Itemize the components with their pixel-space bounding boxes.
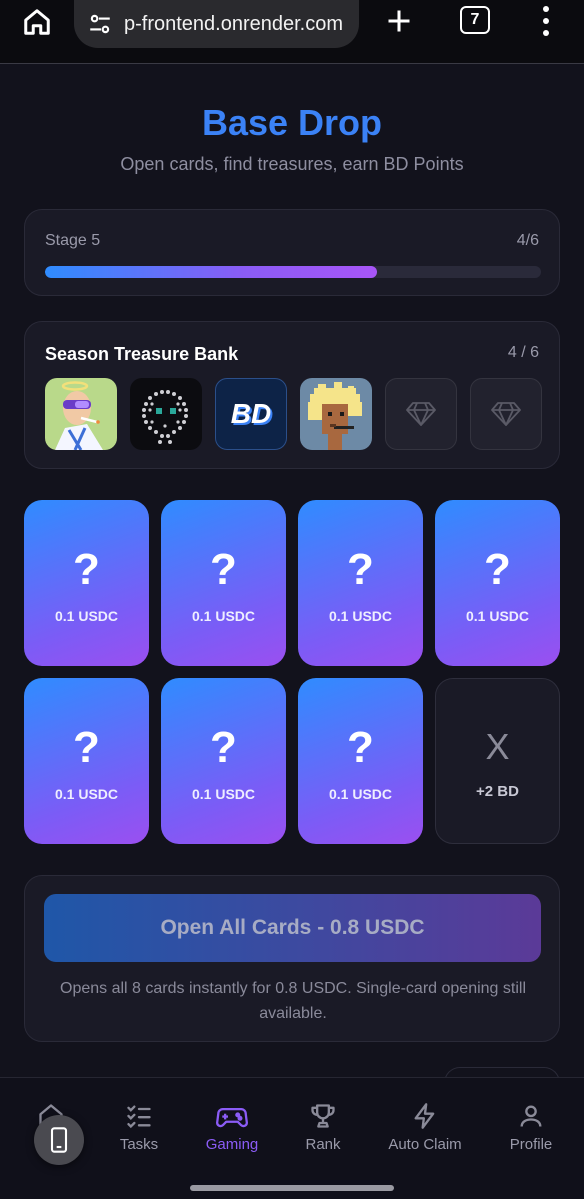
card-price: 0.1 USDC (54, 786, 119, 802)
card-price: 0.1 USDC (328, 608, 393, 624)
page-title: Base Drop (201, 102, 383, 143)
card-reward: +2 BD (476, 783, 519, 800)
treasure-bank-panel: Season Treasure Bank 4 / 6 BD (24, 321, 560, 469)
nav-label-gaming: Gaming (205, 1136, 259, 1153)
treasure-slot-empty (470, 378, 542, 450)
tab-switcher-button[interactable]: 7 (460, 6, 490, 34)
card-question-mark: ? (73, 545, 100, 594)
nav-item-auto-claim[interactable]: Auto Claim (386, 1078, 464, 1178)
treasure-slot-empty (385, 378, 457, 450)
card-question-mark: ? (73, 723, 100, 772)
mystery-card[interactable]: ? 0.1 USDC (24, 678, 149, 844)
mystery-card[interactable]: ? 0.1 USDC (298, 500, 423, 666)
browser-toolbar: p-frontend.onrender.com 7 (0, 0, 584, 64)
user-icon (515, 1100, 547, 1132)
nav-item-rank[interactable]: Rank (292, 1078, 354, 1178)
mystery-card[interactable]: ? 0.1 USDC (435, 500, 560, 666)
trophy-icon (307, 1100, 339, 1132)
floating-phone-button[interactable] (34, 1115, 84, 1165)
card-question-mark: ? (210, 723, 237, 772)
mystery-card[interactable]: ? 0.1 USDC (161, 500, 286, 666)
diamond-icon (491, 402, 521, 426)
open-all-description: Opens all 8 cards instantly for 0.8 USDC… (60, 980, 526, 1022)
nav-item-gaming[interactable]: Gaming (198, 1078, 266, 1178)
treasure-nft-dotted-head[interactable] (130, 378, 202, 450)
page-subtitle: Open cards, find treasures, earn BD Poin… (120, 154, 464, 174)
bottom-nav: H Tasks Gaming Rank Auto Claim Profile (0, 1077, 584, 1199)
gamepad-icon (216, 1100, 248, 1132)
stage-count: 4/6 (516, 232, 539, 249)
open-all-panel: Open All Cards - 0.8 USDC Opens all 8 ca… (24, 875, 560, 1042)
treasure-bank-count: 4 / 6 (507, 344, 539, 361)
new-tab-plus-icon[interactable] (380, 2, 418, 40)
card-question-mark: ? (347, 723, 374, 772)
stage-label: Stage 5 (45, 232, 101, 249)
nav-label-rank: Rank (305, 1136, 341, 1153)
browser-home-icon[interactable] (18, 4, 56, 40)
stage-progress-fill (45, 266, 378, 278)
card-price: 0.1 USDC (191, 608, 256, 624)
mystery-card[interactable]: ? 0.1 USDC (24, 500, 149, 666)
nav-item-profile[interactable]: Profile (500, 1078, 562, 1178)
open-all-cards-button[interactable]: Open All Cards - 0.8 USDC (44, 894, 541, 962)
card-price: 0.1 USDC (54, 608, 119, 624)
checklist-icon (123, 1100, 155, 1132)
card-price: 0.1 USDC (328, 786, 393, 802)
card-miss-mark: X (485, 726, 510, 767)
mystery-card[interactable]: ? 0.1 USDC (161, 678, 286, 844)
stage-progress-bar (45, 266, 541, 278)
revealed-card: X +2 BD (435, 678, 560, 844)
mystery-card[interactable]: ? 0.1 USDC (298, 678, 423, 844)
nav-label-profile: Profile (509, 1136, 553, 1153)
nav-item-tasks[interactable]: Tasks (108, 1078, 170, 1178)
card-question-mark: ? (347, 545, 374, 594)
gesture-home-indicator[interactable] (190, 1185, 394, 1191)
tune-icon[interactable] (86, 10, 114, 38)
treasure-bank-title: Season Treasure Bank (45, 344, 239, 364)
nav-label-auto-claim: Auto Claim (388, 1136, 462, 1153)
treasure-bd-logo[interactable]: BD (215, 378, 287, 450)
phone-icon (50, 1127, 68, 1153)
bd-logo-text: BD (230, 398, 272, 429)
nav-label-tasks: Tasks (119, 1136, 159, 1153)
stage-panel: Stage 5 4/6 (24, 209, 560, 296)
lightning-icon (409, 1100, 441, 1132)
card-question-mark: ? (210, 545, 237, 594)
card-price: 0.1 USDC (465, 608, 530, 624)
card-question-mark: ? (484, 545, 511, 594)
card-price: 0.1 USDC (191, 786, 256, 802)
url-text: p-frontend.onrender.com (124, 12, 344, 35)
address-bar[interactable]: p-frontend.onrender.com (74, 0, 359, 48)
treasure-nft-punk-avatar[interactable] (300, 378, 372, 450)
treasure-nft-angel-avatar[interactable] (45, 378, 117, 450)
diamond-icon (406, 402, 436, 426)
more-vert-icon[interactable] (534, 6, 558, 36)
